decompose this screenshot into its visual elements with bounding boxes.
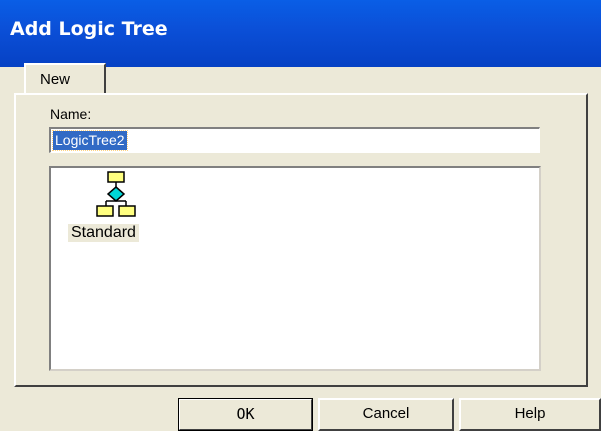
ok-button[interactable]: OK [178, 398, 313, 431]
tab-label: New [40, 71, 71, 88]
cancel-button[interactable]: Cancel [318, 398, 454, 431]
tab-new[interactable]: New [24, 63, 106, 95]
tree-diagram-icon [96, 171, 136, 217]
window-title: Add Logic Tree [10, 18, 168, 40]
help-button[interactable]: Help [459, 398, 601, 431]
name-input[interactable]: LogicTree2 [49, 127, 540, 153]
list-item-label: Standard [68, 224, 139, 242]
help-button-label: Help [514, 405, 546, 422]
list-item-standard[interactable]: Standard [66, 170, 166, 250]
name-label: Name: [50, 106, 92, 122]
add-logic-tree-dialog: Add Logic Tree New Name: LogicTree2 Stan… [0, 0, 601, 431]
title-bar[interactable]: Add Logic Tree [0, 0, 601, 67]
name-input-value: LogicTree2 [52, 130, 128, 151]
ok-button-label: OK [236, 405, 255, 423]
cancel-button-label: Cancel [362, 405, 410, 422]
